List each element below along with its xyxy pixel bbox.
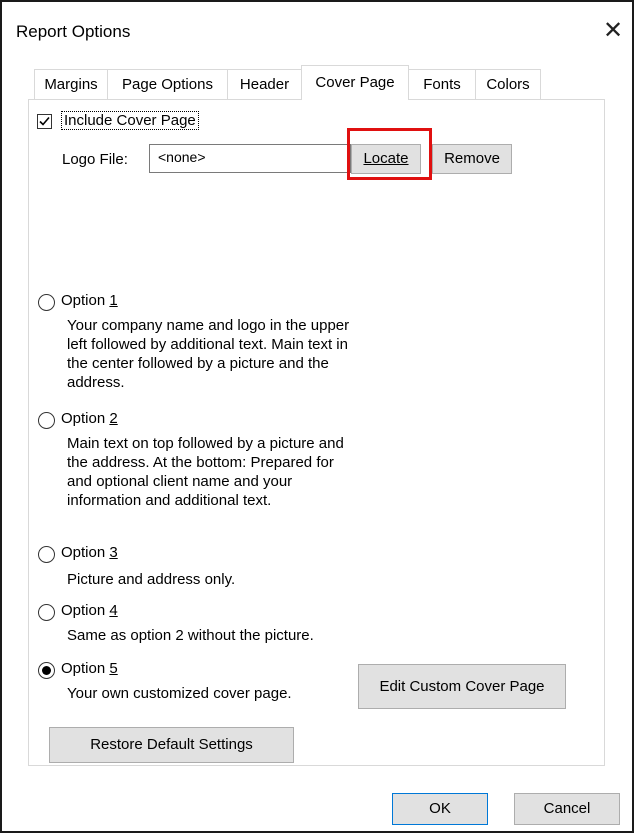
restore-defaults-button[interactable]: Restore Default Settings [49,727,294,763]
option-4-label[interactable]: Option 4 [61,602,118,619]
option-5-description: Your own customized cover page. [67,685,292,702]
include-cover-label[interactable]: Include Cover Page [61,111,199,130]
remove-button[interactable]: Remove [432,144,512,174]
option-3-radio[interactable] [38,546,55,563]
cancel-button[interactable]: Cancel [514,793,620,825]
edit-custom-cover-button[interactable]: Edit Custom Cover Page [358,664,566,709]
report-options-dialog: Report Options ✕ Margins Page Options He… [0,0,634,833]
option-2-radio[interactable] [38,412,55,429]
close-icon[interactable]: ✕ [598,16,628,46]
option-3-label[interactable]: Option 3 [61,544,118,561]
tab-colors[interactable]: Colors [475,69,541,99]
dialog-title: Report Options [16,22,131,41]
option-5-radio[interactable] [38,662,55,679]
tab-cover-page[interactable]: Cover Page [301,65,409,100]
option-1-radio[interactable] [38,294,55,311]
tab-header[interactable]: Header [227,69,302,99]
tab-margins[interactable]: Margins [34,69,108,99]
option-3-description: Picture and address only. [67,571,236,588]
option-1-description: Your company name and logo in the upper … [67,317,350,391]
tab-page-options[interactable]: Page Options [107,69,228,99]
option-4-radio[interactable] [38,604,55,621]
option-5-label[interactable]: Option 5 [61,660,118,677]
locate-highlight-box [347,128,432,180]
checkmark-icon [39,116,50,126]
radio-selected-dot [42,666,51,675]
include-cover-checkbox[interactable] [37,114,52,129]
tab-fonts[interactable]: Fonts [408,69,476,99]
logo-file-field[interactable]: <none> [149,144,351,173]
option-2-description: Main text on top followed by a picture a… [67,435,344,509]
option-1-label[interactable]: Option 1 [61,292,118,309]
option-4-description: Same as option 2 without the picture. [67,627,314,644]
ok-button[interactable]: OK [392,793,488,825]
logo-file-label: Logo File: [62,151,128,168]
option-2-label[interactable]: Option 2 [61,410,118,427]
